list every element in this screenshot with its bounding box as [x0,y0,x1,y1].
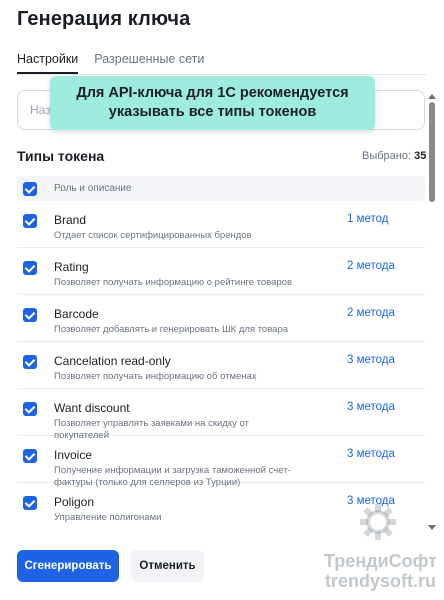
row-checkbox[interactable] [23,449,37,463]
methods-link[interactable]: 3 метода [347,401,395,413]
selected-count-value: 35 [414,150,427,162]
watermark-gear-icon [360,504,396,540]
generate-button[interactable]: Сгенерировать [17,550,119,582]
table-row: Invoice Получение информации и загрузка … [17,436,425,488]
row-checkbox[interactable] [23,261,37,275]
scrollbar[interactable] [428,94,436,530]
token-description: Позволяет получать информацию о рейтинге… [54,277,293,288]
token-description: Позволяет добавлять и генерировать ШК дл… [54,324,289,335]
tabs: Настройки Разрешенные сети [17,52,220,74]
tooltip-line-2: указывать все типы токенов [108,104,317,120]
row-checkbox[interactable] [23,496,37,510]
methods-link[interactable]: 2 метода [347,260,395,272]
table-row: Barcode Позволяет добавлять и генерирова… [17,295,425,342]
tab-settings[interactable]: Настройки [17,52,79,74]
dialog-title: Генерация ключа [17,8,191,30]
methods-link[interactable]: 1 метод [347,213,389,225]
token-types-title: Типы токена [17,148,105,164]
table-row: Cancelation read-only Позволяет получать… [17,342,425,389]
token-description: Позволяет получать информацию об отменах [54,371,257,382]
token-name: Poligon [54,495,95,509]
tabs-divider [17,74,427,75]
selected-count: Выбрано: 35 [362,150,426,162]
watermark-brand: ТрендиСофт [324,551,438,571]
scroll-down-arrow-icon[interactable] [428,525,436,530]
table-row: Want discount Позволяет управлять заявка… [17,389,425,441]
table-header: Роль и описание [17,176,425,201]
token-name: Want discount [54,401,130,415]
token-name: Invoice [54,448,93,462]
table-row: Rating Позволяет получать информацию о р… [17,248,425,295]
cancel-button[interactable]: Отменить [131,550,204,582]
select-all-checkbox[interactable] [23,182,37,196]
row-checkbox[interactable] [23,355,37,369]
row-checkbox[interactable] [23,214,37,228]
token-name: Brand [54,213,87,227]
token-description: Отдает список сертифицированных брендов [54,230,252,241]
recommendation-tooltip: Для API-ключа для 1С рекомендуется указы… [50,76,375,130]
token-name: Cancelation read-only [54,354,171,368]
methods-link[interactable]: 2 метода [347,307,395,319]
scroll-up-arrow-icon[interactable] [428,94,436,99]
tab-allowed-networks[interactable]: Разрешенные сети [94,52,204,74]
token-name: Rating [54,260,89,274]
row-checkbox[interactable] [23,308,37,322]
column-header-role: Роль и описание [54,183,132,194]
token-description: Управление полигонами [54,512,162,523]
scroll-thumb[interactable] [429,102,435,202]
selected-count-label: Выбрано: [362,150,412,162]
token-types-table: Роль и описание Brand Отдает список серт… [17,176,425,530]
generate-key-dialog: Генерация ключа Настройки Разрешенные се… [0,0,444,600]
methods-link[interactable]: 3 метода [347,354,395,366]
watermark-domain: trendysoft.ru [325,571,437,591]
methods-link[interactable]: 3 метода [347,448,395,460]
row-checkbox[interactable] [23,402,37,416]
tooltip-line-1: Для API-ключа для 1С рекомендуется [76,85,349,101]
table-row: Brand Отдает список сертифицированных бр… [17,201,425,248]
token-name: Barcode [54,307,99,321]
